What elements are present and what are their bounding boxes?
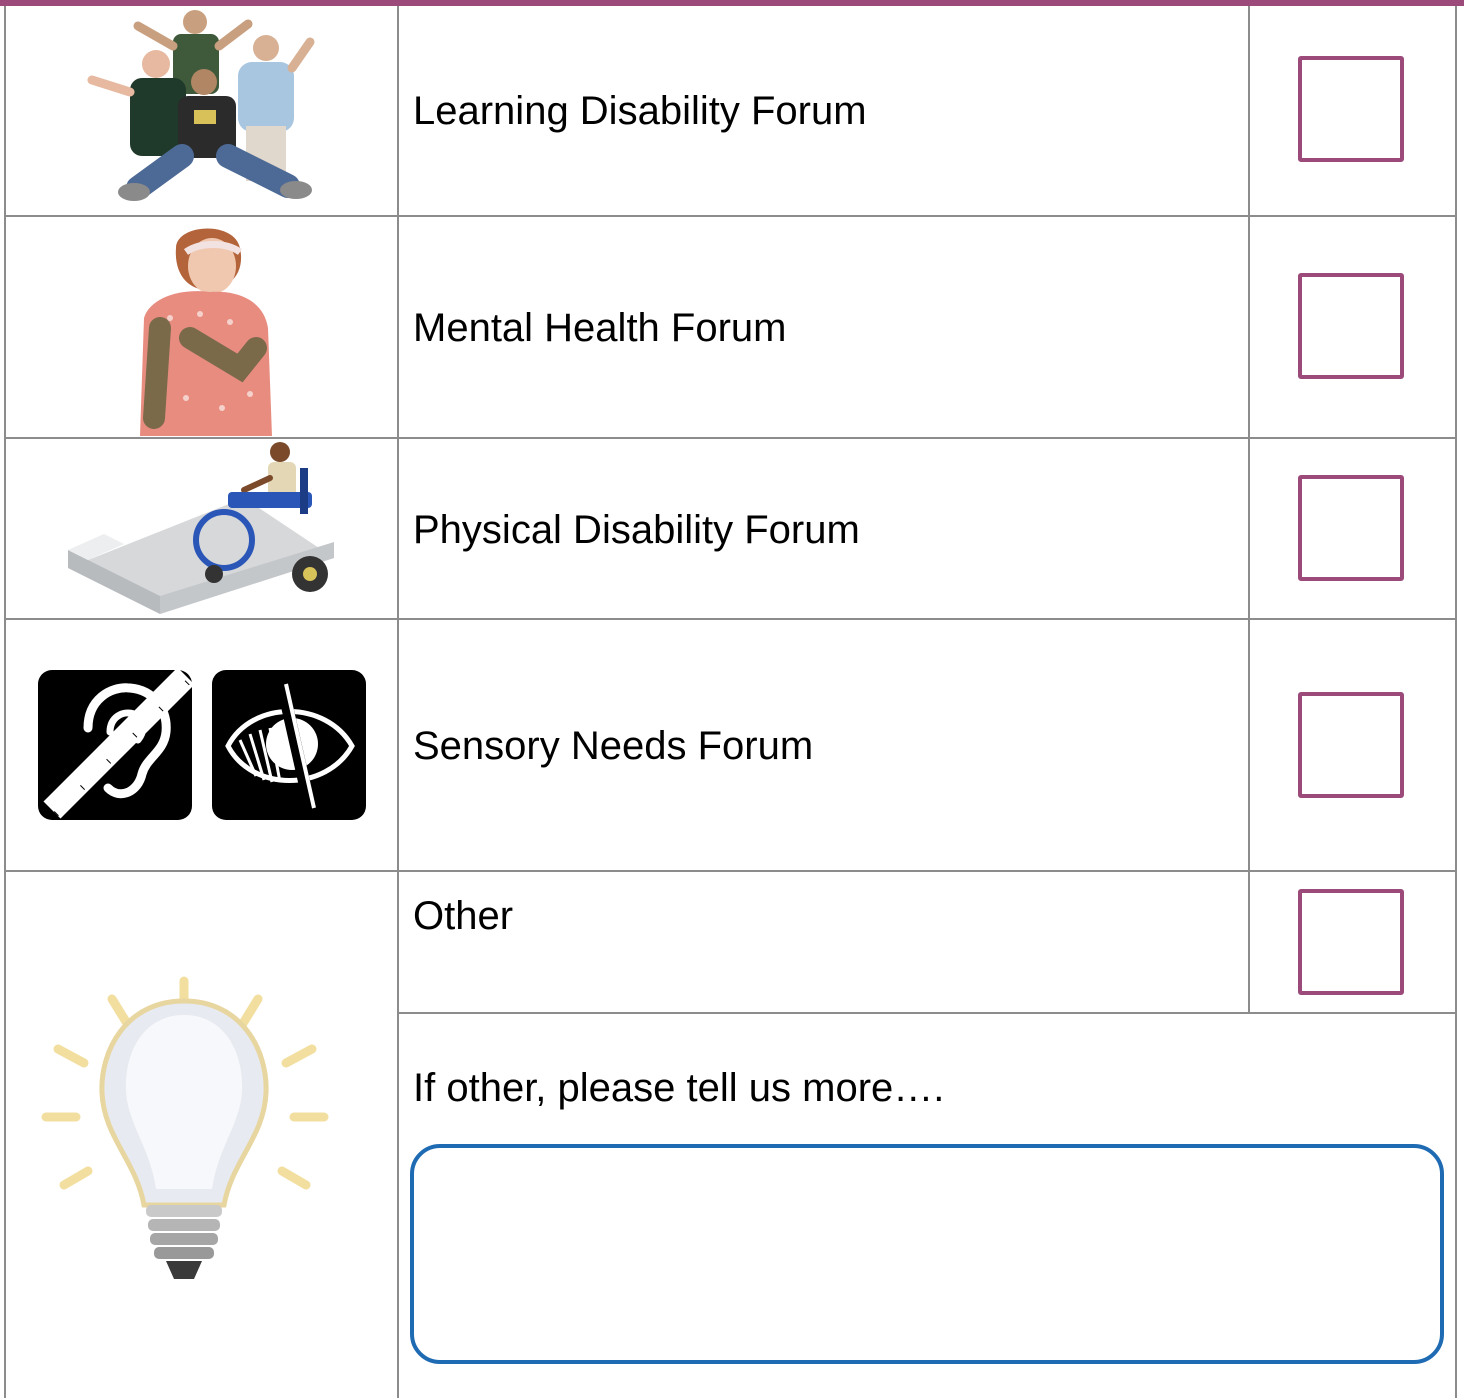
sight-impairment-icon xyxy=(212,670,366,820)
checkbox-learning-disability[interactable] xyxy=(1298,56,1404,162)
lightbulb-icon xyxy=(41,976,329,1279)
wheelchair-ramp-icon xyxy=(68,442,334,614)
row-label-other: Other xyxy=(413,894,514,938)
other-details-prompt: If other, please tell us more…. xyxy=(413,1066,945,1110)
group-of-people-icon xyxy=(87,10,315,201)
checkbox-sensory-needs[interactable] xyxy=(1298,692,1404,798)
row-label-physical-disability: Physical Disability Forum xyxy=(413,508,860,552)
row-label-sensory-needs: Sensory Needs Forum xyxy=(413,724,814,768)
table-border-col2 xyxy=(1248,6,1250,1014)
row-divider-1 xyxy=(4,215,1457,217)
hearing-impairment-icon xyxy=(38,670,192,820)
checkbox-mental-health[interactable] xyxy=(1298,273,1404,379)
sad-woman-icon xyxy=(140,228,272,436)
row-divider-4 xyxy=(4,870,1457,872)
row-divider-3 xyxy=(4,618,1457,620)
row-divider-5 xyxy=(397,1012,1457,1014)
other-details-input[interactable] xyxy=(410,1144,1444,1364)
checkbox-physical-disability[interactable] xyxy=(1298,475,1404,581)
checkbox-other[interactable] xyxy=(1298,889,1404,995)
row-label-learning-disability: Learning Disability Forum xyxy=(413,89,867,133)
row-label-mental-health: Mental Health Forum xyxy=(413,306,787,350)
